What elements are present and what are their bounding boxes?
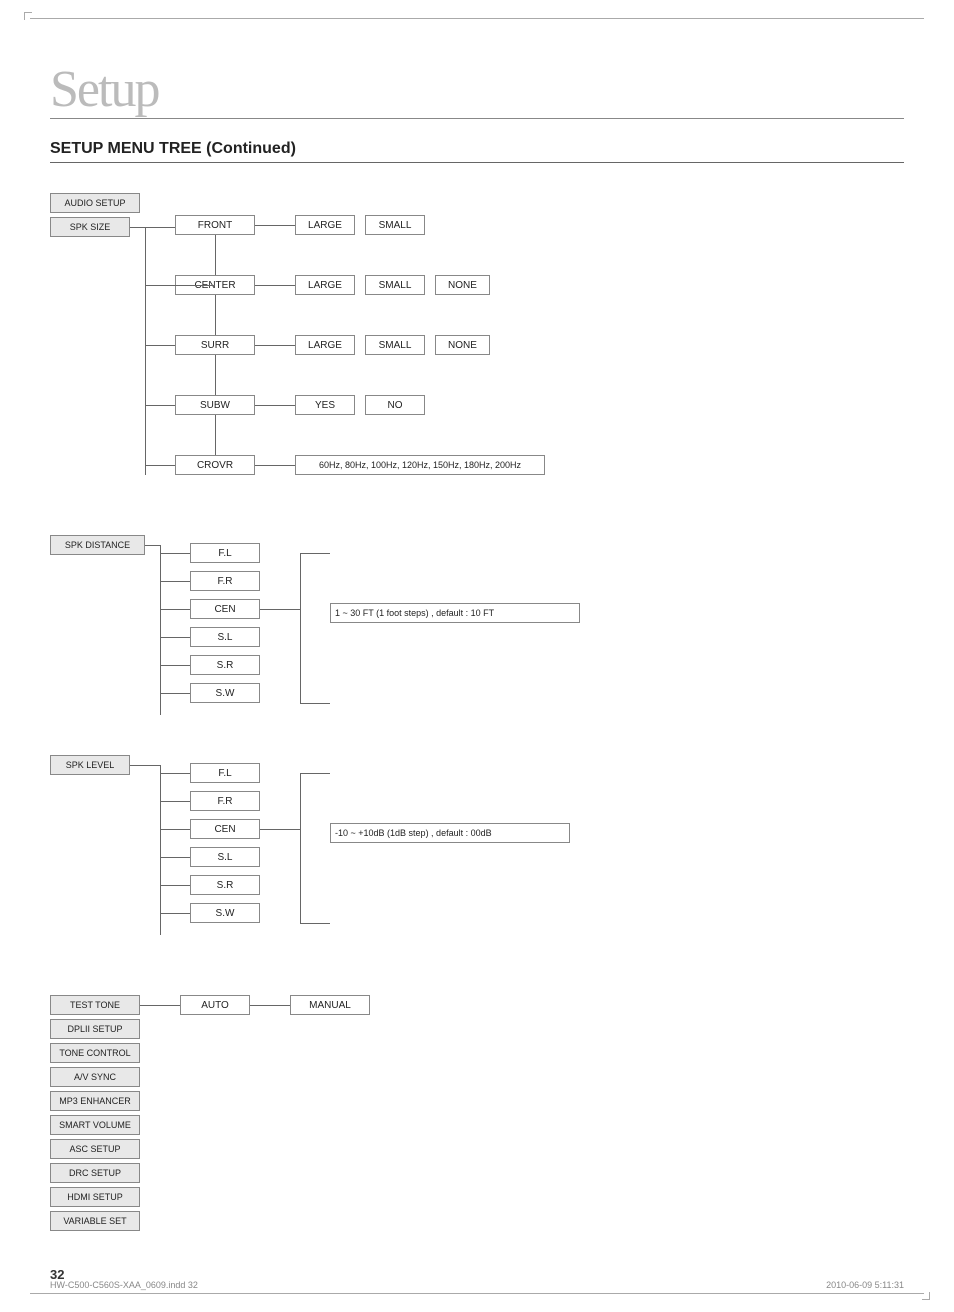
line-to-center-v xyxy=(145,285,175,286)
diagram-area: AUDIO SETUP SPK SIZE FRONT LARGE SMALL C… xyxy=(50,175,904,1252)
line-to-subw xyxy=(145,405,175,406)
line-to-fl-d xyxy=(160,553,190,554)
front-box: FRONT xyxy=(175,215,255,235)
line-front-down xyxy=(215,235,216,277)
footer-left: HW-C500-C560S-XAA_0609.indd 32 xyxy=(50,1280,198,1290)
line-level-left xyxy=(160,765,161,935)
yes-box: YES xyxy=(295,395,355,415)
line-to-sl-d xyxy=(160,637,190,638)
dist-fr-box: F.R xyxy=(190,571,260,591)
line-front-right xyxy=(255,225,295,226)
dist-cen-box: CEN xyxy=(190,599,260,619)
line-level-range-v xyxy=(300,773,301,923)
line-level-to-v xyxy=(130,765,160,766)
crovr-options-box: 60Hz, 80Hz, 100Hz, 120Hz, 150Hz, 180Hz, … xyxy=(295,455,545,475)
line-auto-manual xyxy=(250,1005,290,1006)
line-center-down xyxy=(215,295,216,337)
dist-range-box: 1 ~ 30 FT (1 foot steps) , default : 10 … xyxy=(330,603,580,623)
level-sr-box: S.R xyxy=(190,875,260,895)
page-border-top xyxy=(30,18,924,19)
line-dist-to-v xyxy=(145,545,160,546)
spk-size-box: SPK SIZE xyxy=(50,217,130,237)
dist-sl-box: S.L xyxy=(190,627,260,647)
variable-set-box: VARIABLE SET xyxy=(50,1211,140,1231)
none2-box: NONE xyxy=(435,275,490,295)
page-title-line xyxy=(50,118,904,119)
line-dist-range-v xyxy=(300,553,301,703)
test-tone-box: TEST TONE xyxy=(50,995,140,1015)
line-to-cen-d xyxy=(160,609,190,610)
level-sl-box: S.L xyxy=(190,847,260,867)
line-subw-right xyxy=(255,405,295,406)
mp3-enhancer-box: MP3 ENHANCER xyxy=(50,1091,140,1111)
line-to-sw-l xyxy=(160,913,190,914)
smart-volume-box: SMART VOLUME xyxy=(50,1115,140,1135)
crovr-box: CROVR xyxy=(175,455,255,475)
auto-box: AUTO xyxy=(180,995,250,1015)
corner-tl xyxy=(24,12,32,20)
line-dist-range-top xyxy=(300,553,330,554)
level-fl-box: F.L xyxy=(190,763,260,783)
spk-level-box: SPK LEVEL xyxy=(50,755,130,775)
line-to-fl-l xyxy=(160,773,190,774)
line-to-center xyxy=(175,285,215,286)
section-heading: SETUP MENU TREE (Continued) xyxy=(50,140,296,158)
large1-box: LARGE xyxy=(295,215,355,235)
line-to-sw-d xyxy=(160,693,190,694)
line-to-sr-d xyxy=(160,665,190,666)
asc-setup-box: ASC SETUP xyxy=(50,1139,140,1159)
line-crovr-right xyxy=(255,465,295,466)
level-sw-box: S.W xyxy=(190,903,260,923)
line-level-range-bot xyxy=(300,923,330,924)
line-to-sr-l xyxy=(160,885,190,886)
manual-box: MANUAL xyxy=(290,995,370,1015)
dist-sr-box: S.R xyxy=(190,655,260,675)
line-test-tone xyxy=(140,1005,180,1006)
line-center-right xyxy=(255,285,295,286)
footer-right: 2010-06-09 5:11:31 xyxy=(826,1280,904,1290)
page-title: Setup xyxy=(50,60,158,119)
large3-box: LARGE xyxy=(295,335,355,355)
line-surr-right xyxy=(255,345,295,346)
level-fr-box: F.R xyxy=(190,791,260,811)
line-surr-down xyxy=(215,355,216,397)
line-to-crovr xyxy=(145,465,175,466)
line-dist-left xyxy=(160,545,161,715)
section-heading-line xyxy=(50,162,904,163)
level-cen-box: CEN xyxy=(190,819,260,839)
small3-box: SMALL xyxy=(365,335,425,355)
av-sync-box: A/V SYNC xyxy=(50,1067,140,1087)
dist-sw-box: S.W xyxy=(190,683,260,703)
line-spksize-left xyxy=(145,227,146,475)
line-to-cen-l xyxy=(160,829,190,830)
audio-setup-box: AUDIO SETUP xyxy=(50,193,140,213)
hdmi-setup-box: HDMI SETUP xyxy=(50,1187,140,1207)
line-level-range-top xyxy=(300,773,330,774)
line-to-front xyxy=(145,227,175,228)
dist-fl-box: F.L xyxy=(190,543,260,563)
subw-box: SUBW xyxy=(175,395,255,415)
tone-control-box: TONE CONTROL xyxy=(50,1043,140,1063)
no-box: NO xyxy=(365,395,425,415)
level-range-box: -10 ~ +10dB (1dB step) , default : 00dB xyxy=(330,823,570,843)
dplii-setup-box: DPLII SETUP xyxy=(50,1019,140,1039)
large2-box: LARGE xyxy=(295,275,355,295)
small1-box: SMALL xyxy=(365,215,425,235)
line-dist-range-h xyxy=(260,609,300,610)
line-subw-down xyxy=(215,415,216,457)
surr-box: SURR xyxy=(175,335,255,355)
line-dist-range-bot xyxy=(300,703,330,704)
drc-setup-box: DRC SETUP xyxy=(50,1163,140,1183)
line-to-surr xyxy=(145,345,175,346)
corner-br xyxy=(922,1292,930,1300)
small2-box: SMALL xyxy=(365,275,425,295)
line-to-fr-l xyxy=(160,801,190,802)
line-level-range-h xyxy=(260,829,300,830)
line-to-sl-l xyxy=(160,857,190,858)
page-border-bottom xyxy=(30,1293,924,1294)
none3-box: NONE xyxy=(435,335,490,355)
spk-distance-box: SPK DISTANCE xyxy=(50,535,145,555)
line-to-fr-d xyxy=(160,581,190,582)
